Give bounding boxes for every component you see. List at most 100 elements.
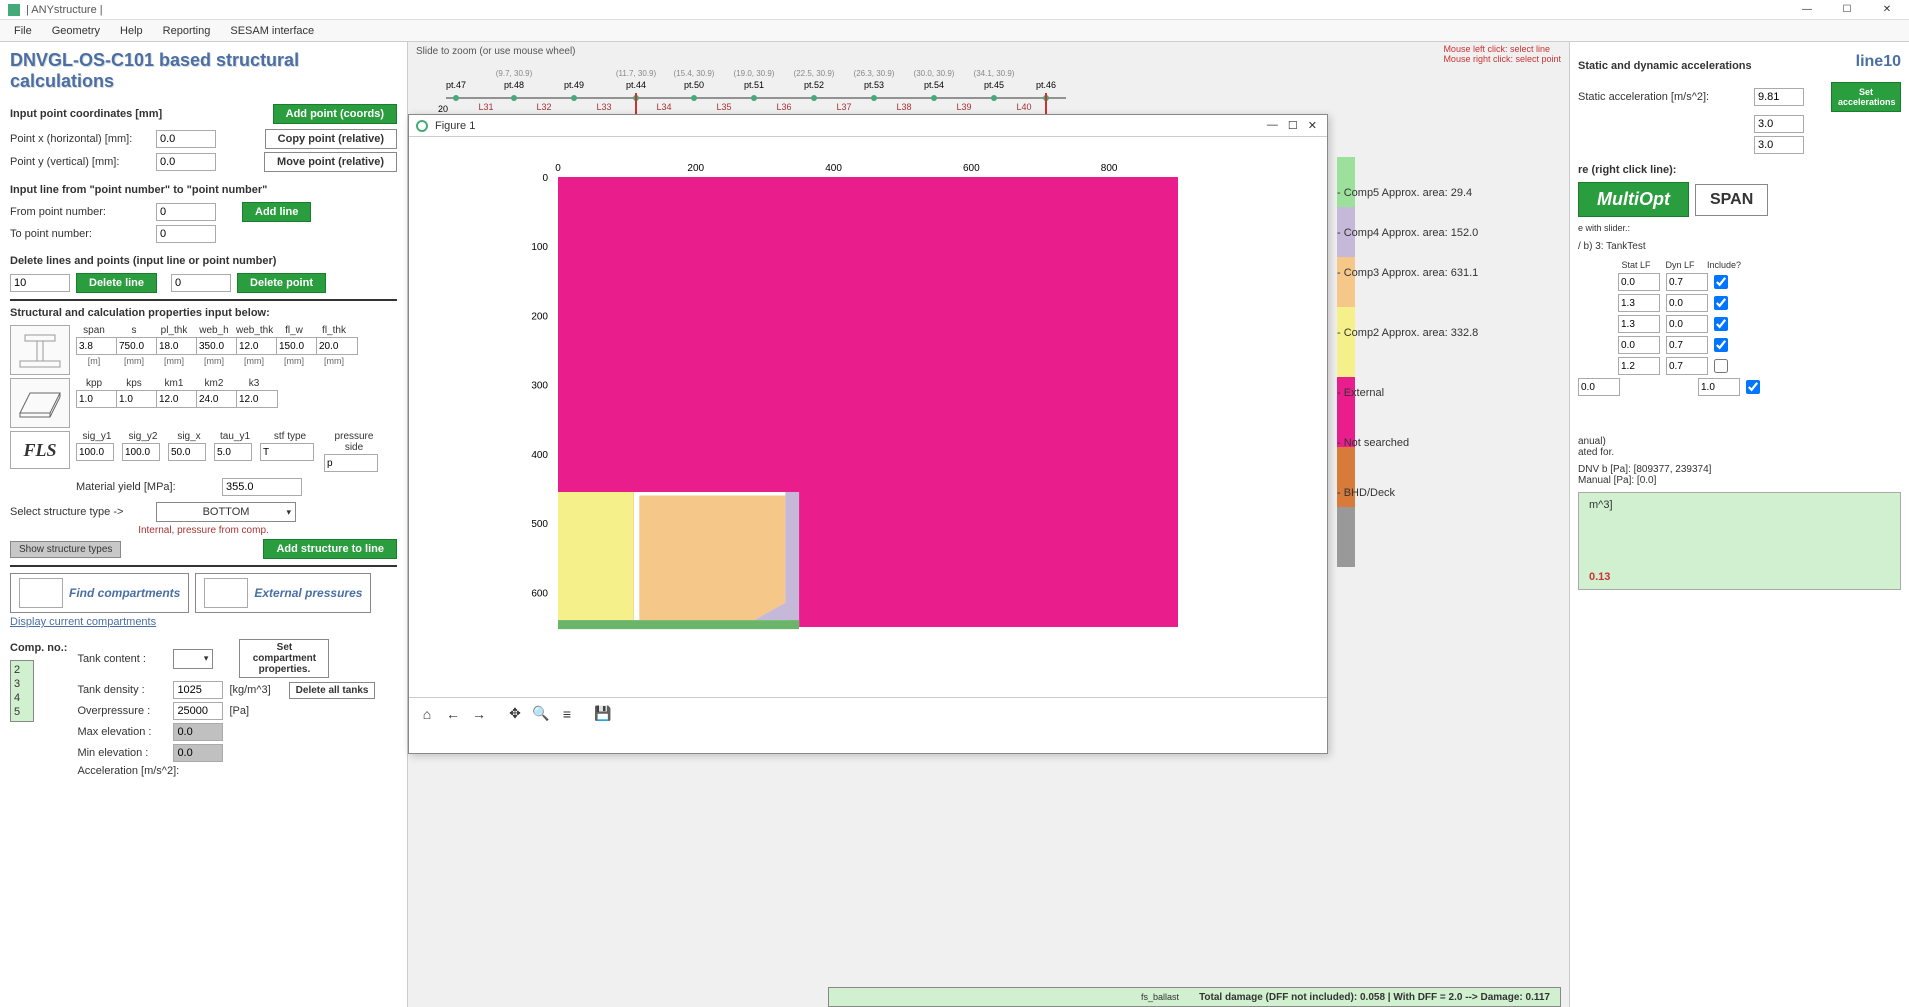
set-accel-button[interactable]: Set accelerations: [1831, 82, 1901, 112]
dropdown-icon: ▾: [286, 507, 291, 518]
header-title: DNVGL-OS-C101 based structural calculati…: [10, 50, 397, 92]
add-line-button[interactable]: Add line: [242, 202, 311, 222]
max-elevation-field: [173, 723, 223, 741]
point-x-input[interactable]: [156, 130, 216, 148]
svg-text:(19.0, 30.9): (19.0, 30.9): [734, 69, 775, 78]
delete-point-input[interactable]: [171, 274, 231, 292]
configure-icon[interactable]: ≡: [555, 702, 579, 726]
prop-sig_y1[interactable]: [76, 443, 114, 461]
find-compartments-button[interactable]: Find compartments: [10, 573, 189, 613]
svg-text:200: 200: [687, 163, 704, 174]
back-icon[interactable]: ←: [441, 702, 465, 726]
prop-fl_w[interactable]: [276, 337, 318, 355]
fig-close[interactable]: ✕: [1308, 119, 1317, 132]
add-structure-button[interactable]: Add structure to line: [263, 539, 397, 559]
prop-fl_thk[interactable]: [316, 337, 358, 355]
multiopt-button[interactable]: MultiOpt: [1578, 182, 1689, 217]
min-elevation-field: [173, 744, 223, 762]
prop-s[interactable]: [116, 337, 158, 355]
delete-tanks-button[interactable]: Delete all tanks: [289, 682, 376, 699]
span-button[interactable]: SPAN: [1695, 184, 1768, 216]
point-y-input[interactable]: [156, 153, 216, 171]
svg-text:L35: L35: [716, 102, 731, 112]
pan-icon[interactable]: ✥: [503, 702, 527, 726]
copy-point-button[interactable]: Copy point (relative): [265, 129, 397, 149]
structure-type-select[interactable]: BOTTOM ▾: [156, 502, 296, 522]
menu-reporting[interactable]: Reporting: [155, 23, 219, 39]
svg-text:200: 200: [531, 311, 548, 322]
fig-minimize[interactable]: —: [1267, 119, 1278, 132]
fig-maximize[interactable]: ☐: [1288, 119, 1298, 132]
svg-text:100: 100: [531, 242, 548, 253]
static-accel-input[interactable]: [1754, 88, 1804, 106]
show-types-button[interactable]: Show structure types: [10, 541, 121, 558]
density-label: Tank density :: [77, 684, 167, 696]
prop-stf type[interactable]: [260, 443, 314, 461]
chart-area[interactable]: 02004006008000100200300400500600 - Comp5…: [409, 137, 1327, 697]
menu-file[interactable]: File: [6, 23, 40, 39]
svg-text:L33: L33: [596, 102, 611, 112]
display-compartments-link[interactable]: Display current compartments: [10, 616, 397, 628]
figure-icon: [415, 119, 429, 133]
dyn-accel-1[interactable]: [1754, 115, 1804, 133]
to-point-input[interactable]: [156, 225, 216, 243]
forward-icon[interactable]: →: [467, 702, 491, 726]
yield-input[interactable]: [222, 478, 302, 496]
save-icon[interactable]: 💾: [591, 702, 615, 726]
static-label: Static acceleration [m/s^2]:: [1578, 91, 1748, 103]
move-point-button[interactable]: Move point (relative): [264, 152, 397, 172]
tank-content-select[interactable]: ▾: [173, 649, 213, 669]
minimize-button[interactable]: —: [1793, 1, 1821, 19]
prop-km2[interactable]: [196, 390, 238, 408]
delete-section: Delete lines and points (input line or p…: [10, 255, 397, 267]
menu-geometry[interactable]: Geometry: [44, 23, 108, 39]
dyn-accel-2[interactable]: [1754, 136, 1804, 154]
legend-item: - Comp3 Approx. area: 631.1: [1337, 267, 1557, 279]
compartment-icon: [19, 578, 63, 608]
prop-web_h[interactable]: [196, 337, 238, 355]
home-icon[interactable]: ⌂: [415, 702, 439, 726]
prop-km1[interactable]: [156, 390, 198, 408]
from-label: From point number:: [10, 206, 150, 218]
svg-text:0: 0: [555, 163, 561, 174]
overpressure-input[interactable]: [173, 702, 223, 720]
overpress-label: Overpressure :: [77, 705, 167, 717]
svg-text:(30.0, 30.9): (30.0, 30.9): [914, 69, 955, 78]
menu-help[interactable]: Help: [112, 23, 151, 39]
prop-kpp[interactable]: [76, 390, 118, 408]
prop-span[interactable]: [76, 337, 118, 355]
figure-title: Figure 1: [435, 120, 1267, 132]
prop-k3[interactable]: [236, 390, 278, 408]
close-button[interactable]: ✕: [1873, 1, 1901, 19]
delete-line-button[interactable]: Delete line: [76, 273, 157, 293]
prop-kps[interactable]: [116, 390, 158, 408]
svg-text:(11.7, 30.9): (11.7, 30.9): [616, 69, 657, 78]
set-comp-props-button[interactable]: Set compartment properties.: [239, 639, 329, 678]
prop-web_thk[interactable]: [236, 337, 278, 355]
prop-sig_y2[interactable]: [122, 443, 160, 461]
right-panel: Static and dynamic accelerations line10 …: [1569, 42, 1909, 1007]
zoom-icon[interactable]: 🔍: [529, 702, 553, 726]
prop-sig_x[interactable]: [168, 443, 206, 461]
maximize-button[interactable]: ☐: [1833, 1, 1861, 19]
density-input[interactable]: [173, 681, 223, 699]
zoom-hint: Slide to zoom (or use mouse wheel): [416, 46, 576, 57]
svg-text:(34.1, 30.9): (34.1, 30.9): [974, 69, 1015, 78]
menu-sesam[interactable]: SESAM interface: [222, 23, 322, 39]
x-label: Point x (horizontal) [mm]:: [10, 133, 150, 145]
from-point-input[interactable]: [156, 203, 216, 221]
prop-pressure side[interactable]: [324, 454, 378, 472]
delete-line-input[interactable]: [10, 274, 70, 292]
prop-pl_thk[interactable]: [156, 337, 198, 355]
svg-text:L36: L36: [776, 102, 791, 112]
external-pressures-button[interactable]: External pressures: [195, 573, 371, 613]
center-panel: Slide to zoom (or use mouse wheel) Mouse…: [408, 42, 1569, 1007]
figure-titlebar[interactable]: Figure 1 — ☐ ✕: [409, 115, 1327, 137]
compartment-list[interactable]: 2345: [10, 660, 34, 722]
delete-point-button[interactable]: Delete point: [237, 273, 326, 293]
add-point-button[interactable]: Add point (coords): [273, 104, 397, 124]
geometry-ruler[interactable]: pt.47pt.48(9.7, 30.9)pt.49pt.44(11.7, 30…: [426, 58, 1561, 118]
app-icon: [8, 4, 20, 16]
svg-text:500: 500: [531, 519, 548, 530]
prop-tau_y1[interactable]: [214, 443, 252, 461]
